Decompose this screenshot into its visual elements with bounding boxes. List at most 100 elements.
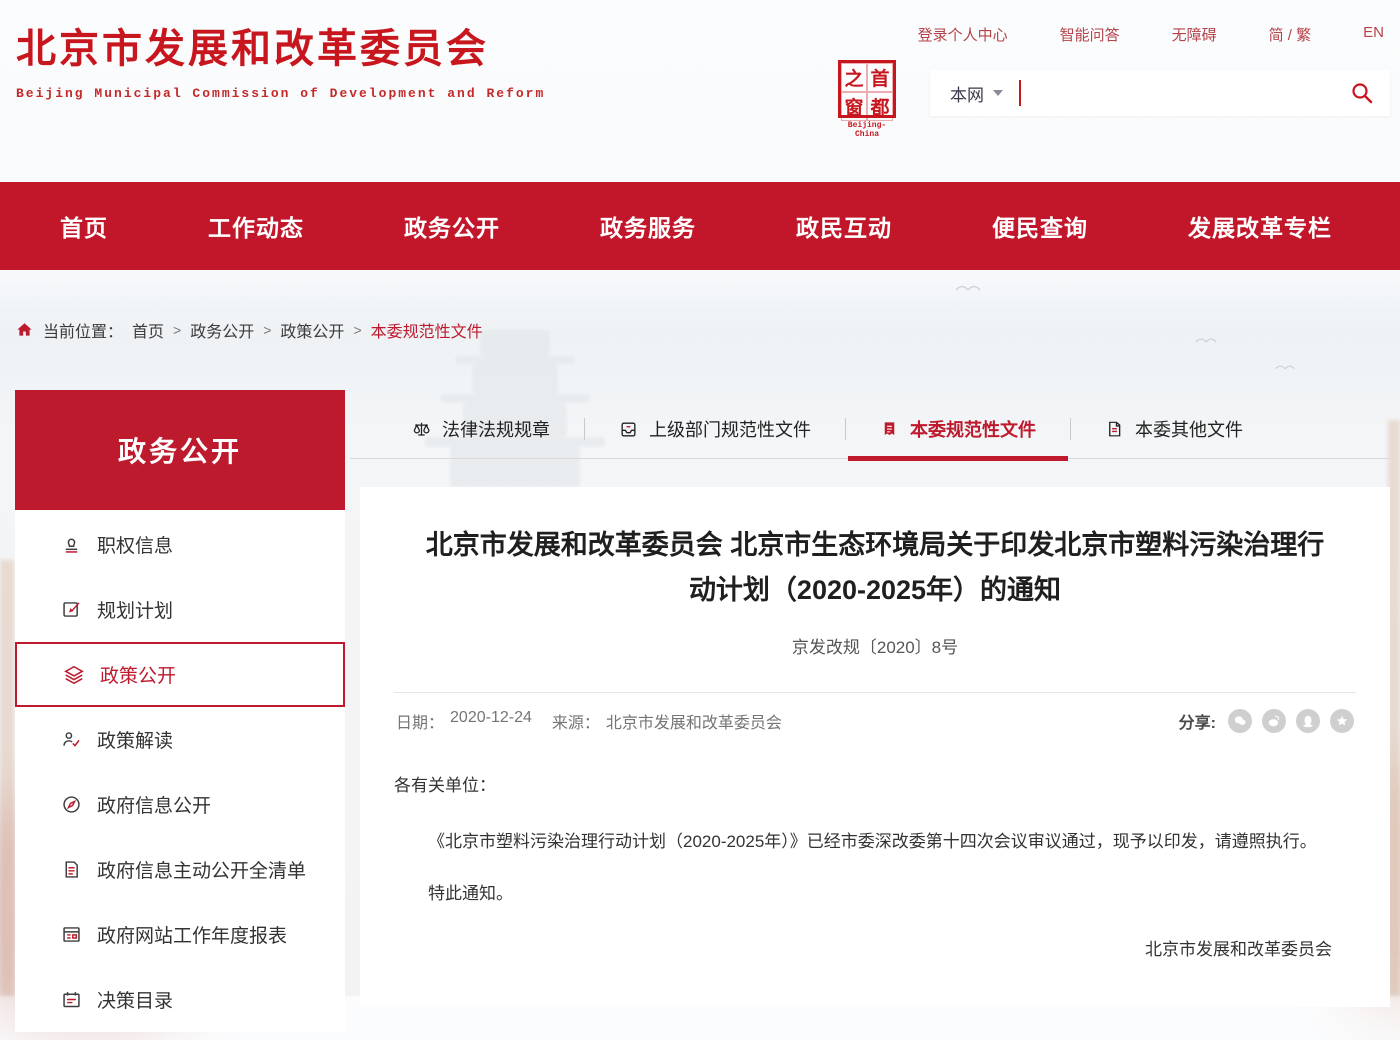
tab-label: 本委其他文件 <box>1135 416 1243 442</box>
sidebar-item-gov-info-disclosure[interactable]: 政府信息公开 <box>15 772 345 837</box>
breadcrumb-separator: > <box>353 322 361 338</box>
sidebar-item-label: 决策目录 <box>97 986 173 1013</box>
nav-item-home[interactable]: 首页 <box>60 209 108 243</box>
nav-item-gov-disclosure[interactable]: 政务公开 <box>404 209 500 243</box>
search-scope-dropdown[interactable]: 本网 <box>930 81 1019 106</box>
sidebar-item-website-annual-report[interactable]: 政府网站工作年度报表 <box>15 902 345 967</box>
tab-laws-regulations[interactable]: 法律法规规章 <box>378 400 584 458</box>
sidebar-item-policy-disclosure[interactable]: 政策公开 <box>15 642 345 707</box>
sidebar: 政务公开 职权信息 规划计划 政策公开 政策解读 <box>15 390 345 1032</box>
bird-watermark <box>1275 362 1295 371</box>
seal-caption: Beijing-China <box>836 121 898 139</box>
stamp-icon <box>61 534 82 555</box>
report-table-icon <box>61 924 82 945</box>
compass-icon <box>61 794 82 815</box>
breadcrumb-policy-disclosure[interactable]: 政策公开 <box>280 318 344 342</box>
seal-icon: 之 首 窗 都 <box>838 60 896 118</box>
left-edge-watermark <box>0 560 14 996</box>
search-icon <box>1350 81 1374 105</box>
nav-item-reform-column[interactable]: 发展改革专栏 <box>1188 209 1332 243</box>
search-input[interactable] <box>1021 70 1334 116</box>
chevron-down-icon <box>993 90 1003 96</box>
sidebar-header[interactable]: 政务公开 <box>15 390 345 510</box>
date-source: 日期： 2020-12-24 来源： 北京市发展和改革委员会 <box>396 709 782 733</box>
breadcrumb-separator: > <box>263 322 271 338</box>
article-panel: 北京市发展和改革委员会 北京市生态环境局关于印发北京市塑料污染治理行动计划（20… <box>360 487 1390 1007</box>
share-bar: 分享: <box>1179 709 1354 733</box>
tab-superior-normative-docs[interactable]: 上级部门规范性文件 <box>585 400 845 458</box>
sidebar-item-policy-interpretation[interactable]: 政策解读 <box>15 707 345 772</box>
document-list-icon <box>61 859 82 880</box>
search-bar: 本网 <box>930 70 1390 116</box>
nav-item-interaction[interactable]: 政民互动 <box>796 209 892 243</box>
accessibility-link[interactable]: 无障碍 <box>1172 24 1217 45</box>
tab-label: 本委规范性文件 <box>910 416 1036 442</box>
sidebar-list: 职权信息 规划计划 政策公开 政策解读 政府信息公开 <box>15 510 345 1032</box>
site-header: 北京市发展和改革委员会 Beijing Municipal Commission… <box>0 0 1400 182</box>
site-subtitle: Beijing Municipal Commission of Developm… <box>16 86 545 101</box>
breadcrumb-home[interactable]: 首页 <box>132 318 164 342</box>
date-value: 2020-12-24 <box>450 709 532 733</box>
source-label: 来源： <box>552 709 600 733</box>
share-label: 分享: <box>1179 709 1216 733</box>
tab-label: 上级部门规范性文件 <box>649 416 811 442</box>
breadcrumb-gov-disclosure[interactable]: 政务公开 <box>190 318 254 342</box>
seal-char: 窗 <box>841 92 867 121</box>
sidebar-item-proactive-disclosure-list[interactable]: 政府信息主动公开全清单 <box>15 837 345 902</box>
plan-edit-icon <box>61 599 82 620</box>
seal-char: 之 <box>841 63 867 92</box>
share-weibo-button[interactable] <box>1262 709 1286 733</box>
login-link[interactable]: 登录个人中心 <box>918 24 1008 45</box>
sidebar-item-label: 政策公开 <box>100 661 176 688</box>
date-label: 日期： <box>396 709 444 733</box>
nav-item-convenient-query[interactable]: 便民查询 <box>992 209 1088 243</box>
qq-icon <box>1301 714 1315 728</box>
site-logo[interactable]: 北京市发展和改革委员会 Beijing Municipal Commission… <box>16 16 545 101</box>
smart-qa-link[interactable]: 智能问答 <box>1060 24 1120 45</box>
sidebar-item-label: 政策解读 <box>97 726 173 753</box>
breadcrumb-label: 当前位置： <box>43 318 123 342</box>
sidebar-item-label: 政府信息公开 <box>97 791 211 818</box>
sidebar-item-planning[interactable]: 规划计划 <box>15 577 345 642</box>
sidebar-item-authority-info[interactable]: 职权信息 <box>15 512 345 577</box>
layers-icon <box>63 664 85 686</box>
share-favorite-button[interactable] <box>1330 709 1354 733</box>
salutation: 各有关单位： <box>394 767 1356 805</box>
bird-watermark <box>955 282 981 292</box>
simplified-traditional-link[interactable]: 简 / 繁 <box>1269 24 1312 45</box>
body-paragraph: 《北京市塑料污染治理行动计划（2020-2025年）》已经市委深改委第十四次会议… <box>394 823 1356 861</box>
inbox-doc-icon <box>619 420 638 439</box>
beijing-china-seal-logo[interactable]: 之 首 窗 都 Beijing-China <box>836 60 898 139</box>
search-button[interactable] <box>1334 81 1390 105</box>
red-document-icon <box>880 420 899 439</box>
source-value: 北京市发展和改革委员会 <box>606 709 782 733</box>
breadcrumb: 当前位置： 首页 > 政务公开 > 政策公开 > 本委规范性文件 <box>15 318 483 342</box>
article-body: 各有关单位： 《北京市塑料污染治理行动计划（2020-2025年）》已经市委深改… <box>394 767 1356 969</box>
scales-icon <box>412 420 431 439</box>
site-title: 北京市发展和改革委员会 <box>16 16 545 74</box>
bird-watermark <box>1195 335 1217 344</box>
person-check-icon <box>61 729 82 750</box>
document-icon <box>1105 420 1124 439</box>
share-qq-button[interactable] <box>1296 709 1320 733</box>
tab-label: 法律法规规章 <box>442 416 550 442</box>
tab-committee-normative-docs[interactable]: 本委规范性文件 <box>846 400 1070 458</box>
tab-committee-other-docs[interactable]: 本委其他文件 <box>1071 400 1277 458</box>
nav-item-gov-services[interactable]: 政务服务 <box>600 209 696 243</box>
sidebar-item-decision-catalog[interactable]: 决策目录 <box>15 967 345 1032</box>
document-number: 京发改规〔2020〕8号 <box>394 633 1356 658</box>
search-scope-label: 本网 <box>950 81 984 106</box>
seal-char: 都 <box>867 92 893 121</box>
star-icon <box>1335 714 1349 728</box>
home-icon <box>15 321 34 339</box>
sidebar-item-label: 政府信息主动公开全清单 <box>97 856 306 883</box>
catalog-icon <box>61 989 82 1010</box>
nav-item-work-updates[interactable]: 工作动态 <box>208 209 304 243</box>
sidebar-item-label: 规划计划 <box>97 596 173 623</box>
wechat-icon <box>1233 714 1247 728</box>
utility-links: 登录个人中心 智能问答 无障碍 简 / 繁 EN <box>918 24 1384 45</box>
english-link[interactable]: EN <box>1363 24 1384 45</box>
signature: 北京市发展和改革委员会 <box>394 931 1356 969</box>
breadcrumb-current[interactable]: 本委规范性文件 <box>371 318 483 342</box>
share-wechat-button[interactable] <box>1228 709 1252 733</box>
